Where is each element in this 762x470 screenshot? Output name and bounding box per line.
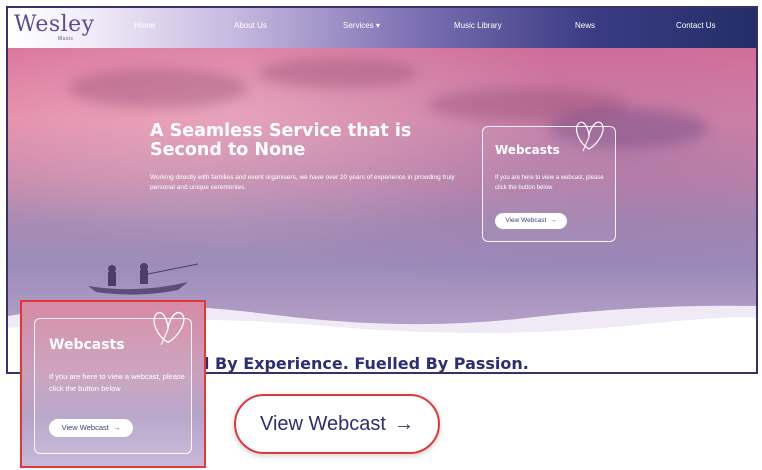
nav-contact-us[interactable]: Contact Us (676, 21, 716, 30)
zoom-callout-card: Webcasts If you are here to view a webca… (20, 300, 206, 468)
view-webcast-button[interactable]: View Webcast → (495, 213, 567, 229)
webcast-title: Webcasts (49, 337, 125, 353)
hero-title: A Seamless Service that is Second to Non… (150, 121, 412, 160)
webcast-description: If you are here to view a webcast, pleas… (495, 175, 604, 191)
view-webcast-label: View Webcast (260, 412, 386, 435)
webcast-card-zoomed: Webcasts If you are here to view a webca… (34, 311, 192, 454)
arrow-right-icon: → (550, 217, 557, 224)
boat-silhouette (88, 263, 199, 295)
nav-news[interactable]: News (575, 21, 595, 30)
butterfly-icon (153, 311, 185, 345)
butterfly-icon (576, 121, 604, 152)
hero-banner: A Seamless Service that is Second to Non… (8, 48, 756, 344)
logo-subtext: Music (58, 36, 74, 42)
nav-about-us[interactable]: About Us (234, 21, 267, 30)
arrow-right-icon: → (112, 423, 121, 432)
view-webcast-label: View Webcast (61, 423, 109, 432)
nav-music-library[interactable]: Music Library (454, 21, 502, 30)
tagline: d By Experience. Fuelled By Passion. (198, 354, 529, 373)
view-webcast-button[interactable]: View Webcast → (49, 419, 133, 437)
logo-text: Wesley (14, 12, 95, 37)
logo[interactable]: Wesley Music (14, 12, 94, 42)
webcast-title: Webcasts (495, 143, 560, 157)
arrow-right-icon: → (394, 412, 414, 435)
navbar: Wesley Music Home About Us Services ▾ Mu… (8, 8, 756, 48)
hero-description: Working directly with families and event… (150, 174, 455, 191)
cloud-shape (258, 58, 418, 88)
view-webcast-button-zoomed[interactable]: View Webcast → (234, 394, 440, 454)
nav-home[interactable]: Home (134, 21, 155, 30)
webcast-card: Webcasts If you are here to view a webca… (482, 121, 616, 242)
webcast-description: If you are here to view a webcast, pleas… (49, 372, 185, 393)
cloud-shape (68, 68, 248, 108)
nav-services[interactable]: Services ▾ (343, 21, 380, 30)
view-webcast-label: View Webcast (505, 217, 547, 224)
